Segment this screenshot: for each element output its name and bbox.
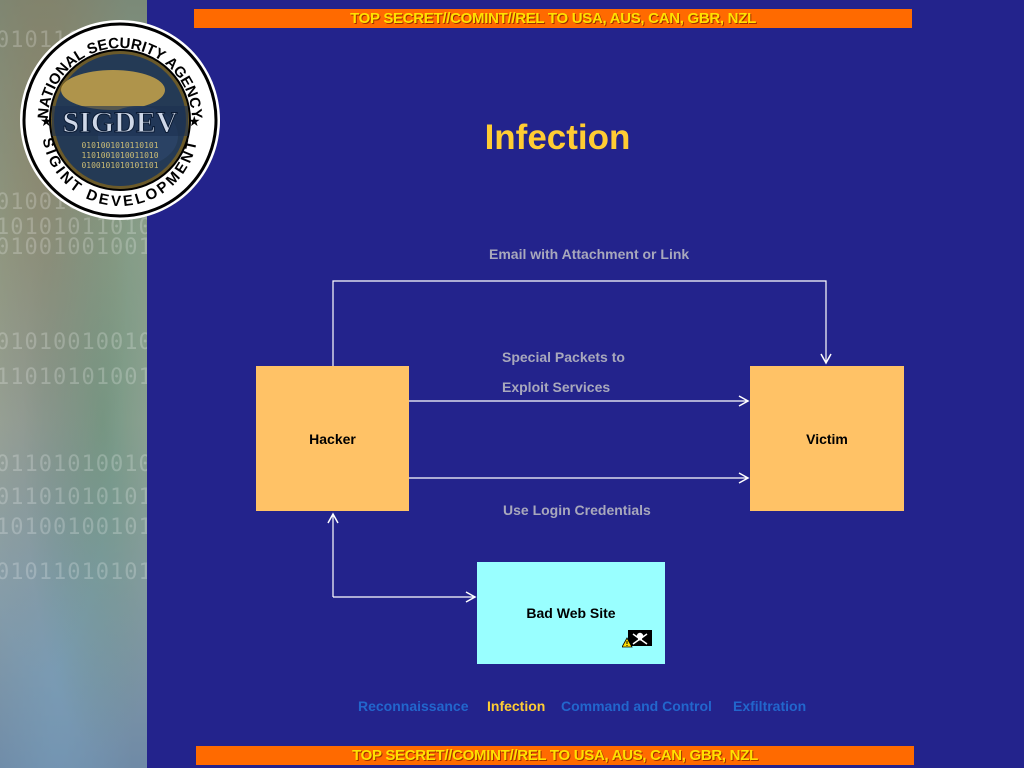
victim-node: Victim [750,366,904,511]
bad-web-site-node: Bad Web Site [477,562,665,664]
nav-reconnaissance[interactable]: Reconnaissance [358,698,469,714]
nav-command-and-control[interactable]: Command and Control [561,698,712,714]
login-label: Use Login Credentials [503,502,651,518]
hacker-label: Hacker [309,430,356,447]
victim-label: Victim [806,430,848,447]
nav-infection[interactable]: Infection [487,698,545,714]
email-label: Email with Attachment or Link [489,246,690,262]
special-packets-label-line2: Exploit Services [502,379,611,395]
pirate-warning-icon [622,630,652,648]
bad-web-site-label: Bad Web Site [526,605,616,621]
nav-exfiltration[interactable]: Exfiltration [733,698,806,714]
special-packets-label-line1: Special Packets to [502,349,625,365]
hacker-node: Hacker [256,366,409,511]
